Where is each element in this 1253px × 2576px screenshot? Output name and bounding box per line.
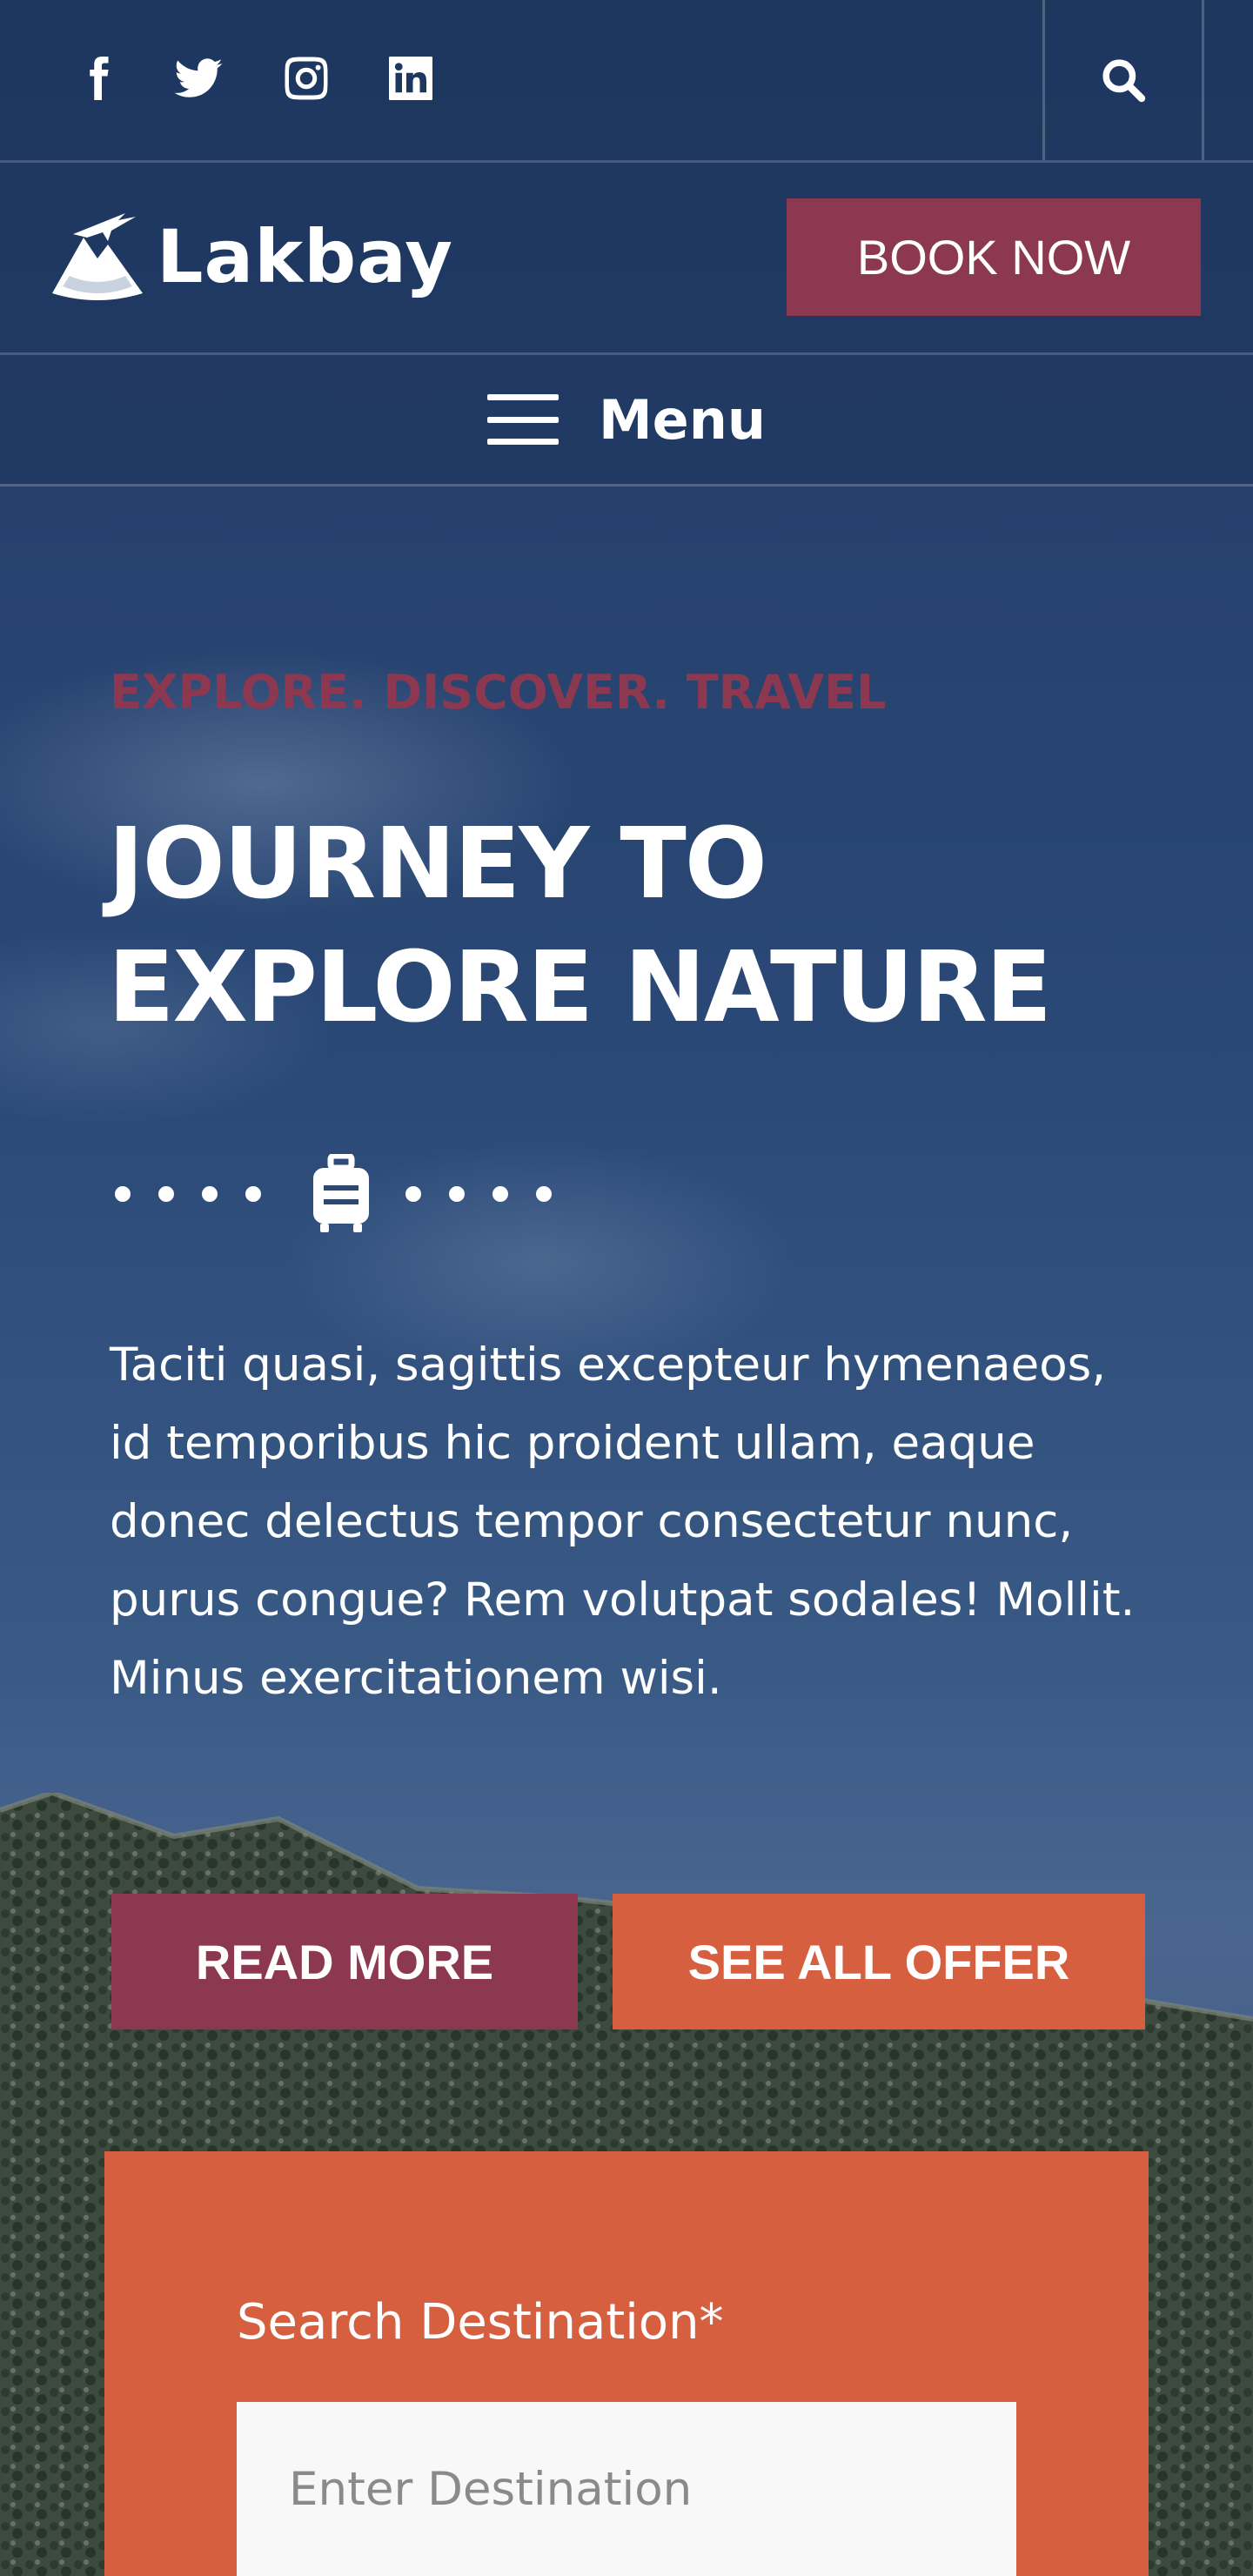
divider-dots-right (399, 1186, 552, 1202)
linkedin-icon[interactable] (379, 47, 442, 110)
hero-divider (108, 1150, 595, 1238)
top-bar (0, 0, 1253, 163)
hamburger-icon (486, 394, 559, 445)
destination-input[interactable] (237, 2402, 1016, 2576)
search-button[interactable] (1042, 0, 1204, 160)
logo-text: Lakbay (157, 214, 454, 299)
hero-paragraph: Taciti quasi, sagittis excepteur hymenae… (110, 1338, 1136, 1705)
facebook-icon[interactable] (66, 47, 129, 110)
menu-label: Menu (598, 387, 767, 452)
book-now-button[interactable]: BOOK NOW (787, 198, 1201, 316)
divider-dots-left (108, 1186, 289, 1202)
brand-bar: Lakbay BOOK NOW (0, 163, 1253, 355)
search-destination-card: Search Destination* (104, 2151, 1149, 2576)
search-icon (1102, 59, 1146, 103)
hero-tagline: EXPLORE. DISCOVER. TRAVEL (110, 665, 887, 720)
search-destination-label: Search Destination* (237, 2294, 724, 2351)
mountain-plane-logo-icon (52, 213, 143, 300)
read-more-button[interactable]: READ MORE (111, 1894, 578, 2029)
hero-headline: JOURNEY TO EXPLORE NATURE (108, 808, 1052, 1044)
instagram-icon[interactable] (275, 47, 338, 110)
twitter-icon[interactable] (167, 47, 230, 110)
see-all-offer-button[interactable]: SEE ALL OFFER (613, 1894, 1145, 2029)
logo[interactable]: Lakbay (49, 206, 453, 307)
menu-toggle[interactable]: Menu (0, 355, 1253, 486)
luggage-icon (313, 1154, 369, 1232)
